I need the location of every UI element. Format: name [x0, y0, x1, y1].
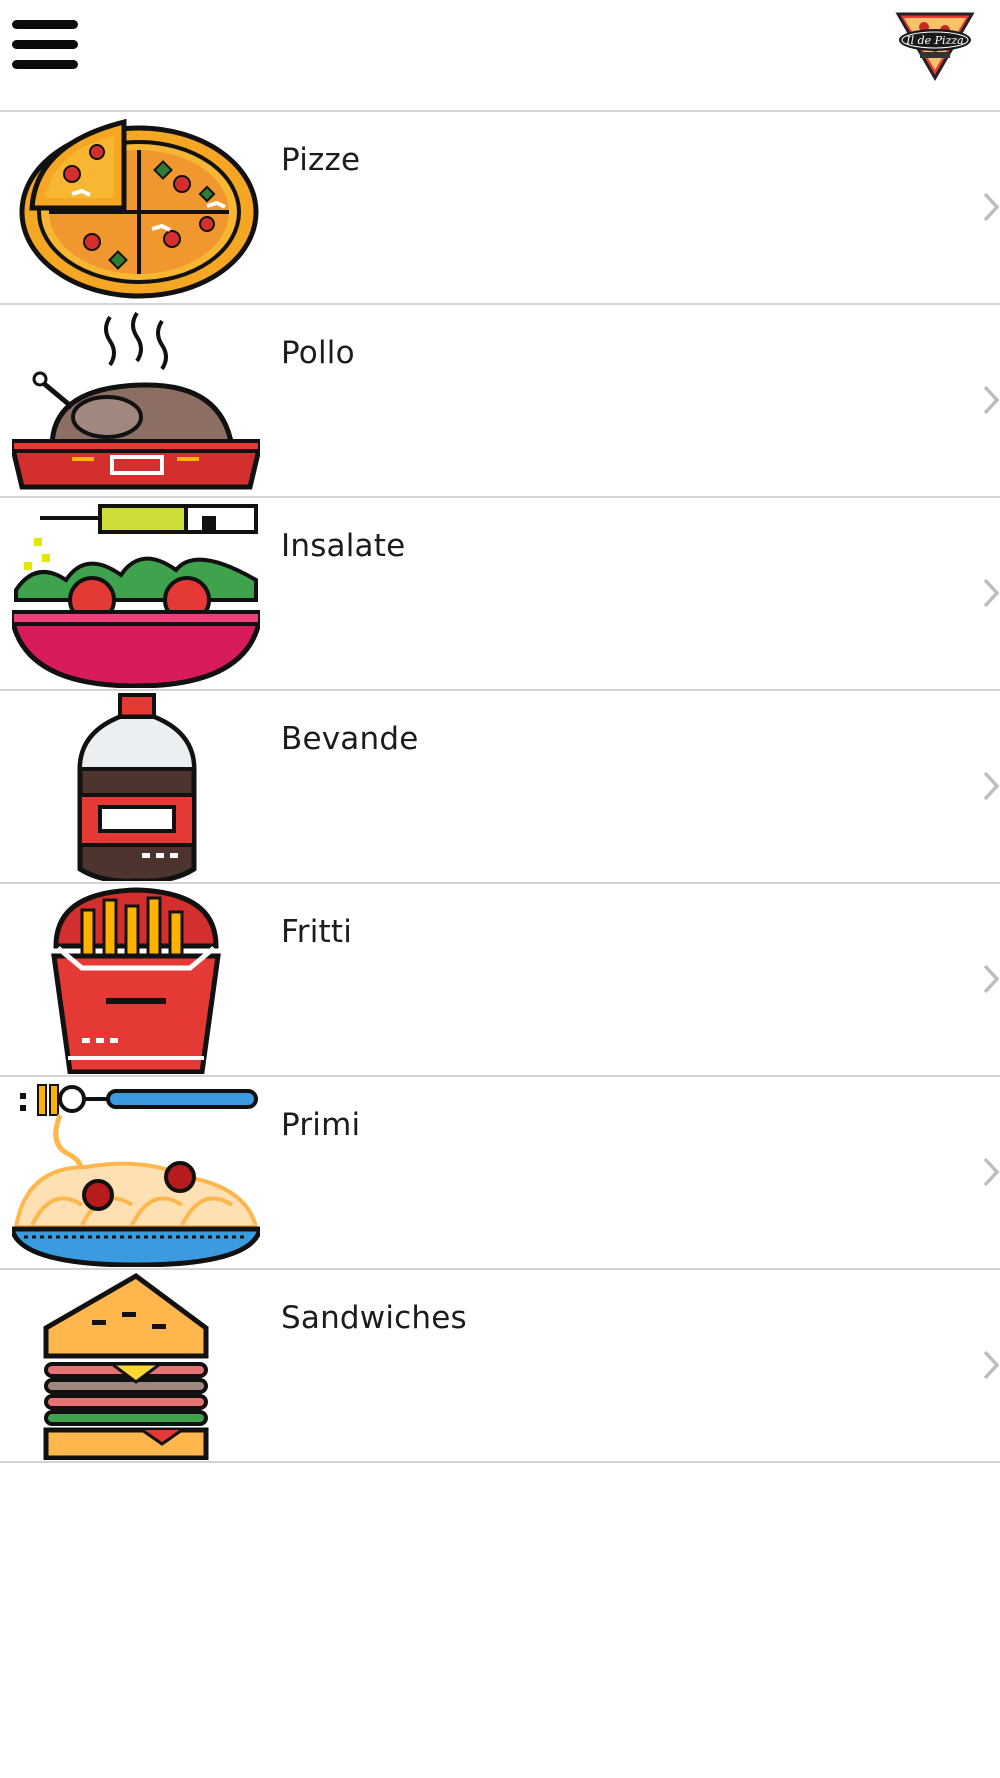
category-row-bevande[interactable]: Bevande — [0, 691, 1000, 884]
top-bar: Il de Pizza — [0, 0, 1000, 112]
hamburger-menu-icon[interactable] — [10, 16, 82, 76]
chevron-right-icon — [982, 962, 1000, 996]
sandwich-icon — [12, 1272, 260, 1460]
category-label: Pollo — [281, 335, 355, 371]
category-label: Bevande — [281, 721, 419, 757]
category-row-pollo[interactable]: Pollo — [0, 305, 1000, 498]
category-label: Pizze — [281, 142, 361, 178]
chevron-right-icon — [982, 769, 1000, 803]
soda-bottle-icon — [12, 693, 260, 881]
category-row-pizze[interactable]: Pizze — [0, 112, 1000, 305]
category-label: Insalate — [281, 528, 406, 564]
french-fries-icon — [12, 886, 260, 1074]
pizza-icon — [12, 114, 260, 302]
roast-chicken-icon — [12, 307, 260, 495]
category-row-sandwiches[interactable]: Sandwiches — [0, 1270, 1000, 1463]
spaghetti-icon — [12, 1079, 260, 1267]
pizza-slice-logo-icon[interactable]: Il de Pizza — [890, 0, 980, 82]
chevron-right-icon — [982, 1155, 1000, 1189]
chevron-right-icon — [982, 383, 1000, 417]
app-screen: Il de Pizza Pizze Pollo Insalate Bevande… — [0, 0, 1000, 1778]
chevron-right-icon — [982, 190, 1000, 224]
category-label: Fritti — [281, 914, 353, 950]
svg-text:Il de Pizza: Il de Pizza — [905, 34, 963, 47]
category-list: Pizze Pollo Insalate Bevande Fritti Prim… — [0, 112, 1000, 1463]
category-row-insalate[interactable]: Insalate — [0, 498, 1000, 691]
chevron-right-icon — [982, 576, 1000, 610]
salad-bowl-icon — [12, 500, 260, 688]
chevron-right-icon — [982, 1348, 1000, 1382]
category-label: Sandwiches — [281, 1300, 467, 1336]
category-row-fritti[interactable]: Fritti — [0, 884, 1000, 1077]
category-row-primi[interactable]: Primi — [0, 1077, 1000, 1270]
category-label: Primi — [281, 1107, 361, 1143]
